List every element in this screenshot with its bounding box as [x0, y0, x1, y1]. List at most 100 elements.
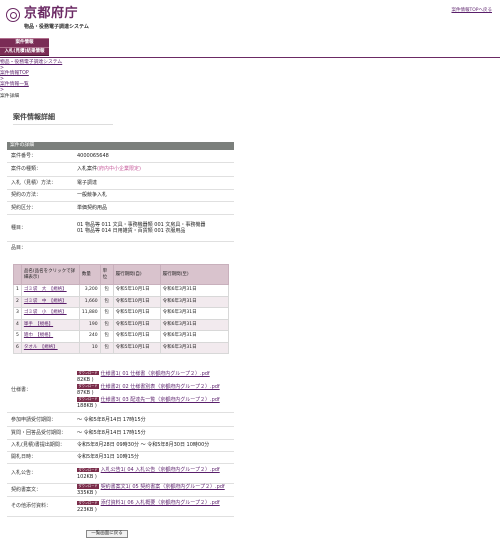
case-number-row: 案件番号： 4000065648 [7, 151, 234, 163]
category-line: 01 物品等 014 日用雑貨・百貨類 001 衣服用品 [77, 228, 186, 234]
item-start: 令和5年10月1日 [112, 330, 161, 343]
spec-doc-size: 82KB ) [77, 376, 94, 383]
spec-doc: ダウンロード 仕様書1( 01 仕様書（京都府内グループ２）.pdf 82KB ) [77, 371, 234, 384]
item-end: 令和6年3月31日 [159, 330, 230, 343]
table-row: 1 ゴミ袋 大 【規格】 3,200 包 令和5年10月1日 令和6年3月31日 [13, 284, 230, 297]
spec-doc-link[interactable]: 仕様書1( 01 仕様書（京都府内グループ２）.pdf [101, 371, 210, 377]
questions-label: 質問・回答品受付期間： [11, 429, 67, 436]
item-qty: 1,660 [78, 295, 101, 308]
logo-title: 京都府庁 [24, 6, 79, 21]
item-unit: 包 [99, 330, 114, 343]
page-title: 案件情報詳細 [13, 113, 113, 125]
participation-row: 参加申請受付期間： ～ 令和5年8月14日 17時15分 [7, 414, 234, 427]
spec-doc: ダウンロード 仕様書3( 03 配達先一覧（京都府内グループ２）.pdf 188K… [77, 397, 234, 410]
case-type-value: 入札案件 [77, 166, 98, 173]
other-doc-size: 223KB ) [77, 506, 97, 513]
item-start: 令和5年10月1日 [112, 318, 161, 331]
bid-period-label: 入札(見積)書提出期間： [11, 442, 65, 449]
contract-method-value: 一般競争入札 [77, 192, 108, 199]
download-badge: ダウンロード [77, 370, 100, 376]
back-to-list-button[interactable]: 一覧画面に戻る [86, 530, 128, 538]
table-row: 4 軍手 【規格】 190 包 令和5年10月1日 令和6年3月31日 [13, 318, 230, 331]
questions-row: 質問・回答品受付期間： ～ 令和5年8月14日 17時15分 [7, 427, 234, 440]
bid-period-value: 令和5年8月28日 09時30分 ～ 令和5年8月30日 10時00分 [77, 442, 210, 449]
category-row: 種目： 01 物品等 011 文具・事務機器類 001 文房具・事務機器 01 … [7, 215, 234, 242]
table-row: 6 タオル 【規格】 10 包 令和5年10月1日 令和6年3月31日 [13, 341, 230, 354]
item-unit: 包 [99, 307, 114, 320]
notice-label: 入札公告： [11, 470, 37, 477]
spec-row: 仕様書： ダウンロード 仕様書1( 01 仕様書（京都府内グループ２）.pdf 8… [7, 368, 234, 413]
other-docs-row: その他添付資料： ダウンロード 添付資料1( 06 入札概要（京都府内グループ２）… [7, 497, 234, 517]
case-type-note: (府内中小企業限定) [97, 166, 141, 173]
item-start: 令和5年10月1日 [112, 341, 161, 354]
nav-bid-results[interactable]: 入札(見積)結果情報 [0, 47, 49, 55]
row-index: 6 [13, 341, 22, 354]
item-name-link[interactable]: ゴミ袋 中 【規格】 [24, 299, 67, 304]
items-label: 品目： [11, 244, 27, 251]
notice-doc: ダウンロード 入札公告1( 04 入札公告（京都府内グループ２）.pdf 102K… [77, 467, 234, 480]
col-name-header: 品名(品名をクリックで詳細表示) [20, 264, 80, 285]
row-index: 1 [13, 284, 22, 297]
case-type-row: 案件の種類： 入札案件(府内中小企業限定) [7, 163, 234, 177]
contract-class-label: 契約区分： [11, 204, 37, 211]
row-index: 3 [13, 307, 22, 320]
nav-case-info[interactable]: 案件情報 [0, 39, 49, 47]
spec-doc-link[interactable]: 仕様書2( 02 仕様書別表（京都府内グループ２）.pdf [101, 384, 220, 390]
spec-doc-link[interactable]: 仕様書3( 03 配達先一覧（京都府内グループ２）.pdf [101, 397, 220, 403]
item-qty: 190 [78, 318, 101, 331]
other-doc-link[interactable]: 添付資料1( 06 入札概要（京都府内グループ２）.pdf [101, 500, 220, 506]
prefecture-emblem-icon [6, 8, 20, 22]
contract-draft-row: 契約書案文： ダウンロード 契約書案文1( 05 契約書案（京都府内グループ２）.… [7, 484, 234, 497]
category-label: 種目： [11, 224, 27, 231]
bid-period-row: 入札(見積)書提出期間： 令和5年8月28日 09時30分 ～ 令和5年8月30… [7, 440, 234, 452]
table-row: 5 雑巾 【規格】 240 包 令和5年10月1日 令和6年3月31日 [13, 330, 230, 343]
items-table: 品名(品名をクリックで詳細表示) 数量 単位 履行期間(自) 履行期間(至) 1… [13, 264, 230, 354]
breadcrumb-system[interactable]: 物品・役務電子調達システム [0, 60, 62, 66]
other-doc: ダウンロード 添付資料1( 06 入札概要（京都府内グループ２）.pdf 223K… [77, 500, 234, 513]
col-index-header [13, 264, 22, 285]
contract-class-value: 単価契約用品 [77, 204, 108, 211]
header-divider [0, 57, 500, 58]
item-name-link[interactable]: ゴミ袋 大 【規格】 [24, 287, 67, 292]
breadcrumb: 物品・役務電子調達システム > 案件情報TOP > 案件情報一覧 > 案件詳細 [0, 60, 62, 99]
table-row: 2 ゴミ袋 中 【規格】 1,660 包 令和5年10月1日 令和6年3月31日 [13, 295, 230, 308]
notice-doc-link[interactable]: 入札公告1( 04 入札公告（京都府内グループ２）.pdf [101, 467, 220, 473]
contract-draft-size: 335KB ) [77, 490, 97, 496]
opening-value: 令和5年8月31日 10時15分 [77, 454, 140, 461]
questions-value: ～ 令和5年8月14日 17時15分 [77, 429, 146, 436]
item-end: 令和6年3月31日 [159, 318, 230, 331]
item-name-link[interactable]: 雑巾 【規格】 [24, 333, 53, 338]
notice-row: 入札公告： ダウンロード 入札公告1( 04 入札公告（京都府内グループ２）.pd… [7, 464, 234, 484]
download-badge: ダウンロード [77, 500, 100, 505]
bid-method-row: 入札（見積）方法： 電子調達 [7, 177, 234, 190]
contract-method-label: 契約の方法： [11, 192, 42, 199]
contract-draft-link[interactable]: 契約書案文1( 05 契約書案（京都府内グループ２）.pdf [101, 484, 225, 490]
other-docs-label: その他添付資料： [11, 503, 52, 510]
item-start: 令和5年10月1日 [112, 307, 161, 320]
system-name: 物品・役務電子調達システム [24, 24, 89, 30]
col-end-header: 履行期間(至) [159, 264, 230, 285]
row-index: 5 [13, 330, 22, 343]
item-unit: 包 [99, 284, 114, 297]
case-info-top-link[interactable]: 案件情報TOPへ戻る [451, 8, 492, 14]
item-unit: 包 [99, 295, 114, 308]
download-badge: ダウンロード [77, 467, 100, 472]
spec-doc-size: 87KB ) [77, 390, 94, 396]
item-name-link[interactable]: ゴミ袋 小 【規格】 [24, 310, 67, 315]
spec-doc-size: 188KB ) [77, 403, 97, 410]
contract-draft-label: 契約書案文： [11, 486, 42, 493]
item-qty: 10 [78, 341, 101, 354]
notice-doc-size: 102KB ) [77, 473, 97, 480]
item-unit: 包 [99, 318, 114, 331]
item-name-link[interactable]: タオル 【規格】 [24, 345, 58, 350]
table-row: 3 ゴミ袋 小 【規格】 11,880 包 令和5年10月1日 令和6年3月31… [13, 307, 230, 320]
breadcrumb-current: 案件詳細 [0, 93, 20, 99]
col-unit-header: 単位 [99, 264, 114, 285]
item-end: 令和6年3月31日 [159, 284, 230, 297]
download-badge: ダウンロード [77, 397, 100, 402]
case-number-value: 4000065648 [77, 153, 109, 160]
opening-row: 開札日時： 令和5年8月31日 10時15分 [7, 452, 234, 464]
item-end: 令和6年3月31日 [159, 307, 230, 320]
item-name-link[interactable]: 軍手 【規格】 [24, 322, 53, 327]
section-header: 案件の詳細 [7, 142, 234, 150]
